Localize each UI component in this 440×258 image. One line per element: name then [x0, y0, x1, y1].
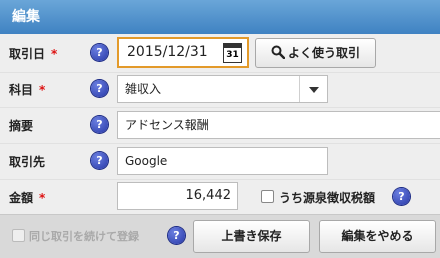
date-label: 取引日 *: [9, 45, 57, 62]
save-button[interactable]: 上書き保存: [193, 220, 310, 253]
withholding-checkbox[interactable]: [261, 190, 274, 203]
frequent-transaction-label: よく使う取引: [287, 46, 360, 60]
account-label-text: 科目: [9, 83, 34, 97]
continue-checkbox[interactable]: [12, 229, 25, 242]
date-label-text: 取引日: [9, 47, 46, 61]
help-icon[interactable]: ?: [168, 227, 185, 244]
withholding-label: うち源泉徴収税額: [279, 191, 376, 205]
account-select[interactable]: 雑収入: [117, 75, 328, 103]
search-icon: [271, 45, 286, 60]
help-icon[interactable]: ?: [91, 80, 108, 97]
amount-required-mark: *: [39, 191, 46, 205]
description-input[interactable]: アドセンス報酬: [117, 111, 440, 139]
calendar-icon[interactable]: 31: [223, 43, 242, 63]
help-icon[interactable]: ?: [91, 44, 108, 61]
description-label: 摘要: [9, 119, 34, 133]
help-icon[interactable]: ?: [393, 188, 410, 205]
amount-label: 金額 *: [9, 189, 45, 206]
help-icon[interactable]: ?: [91, 152, 108, 169]
partner-label: 取引先: [9, 155, 46, 169]
help-icon[interactable]: ?: [91, 116, 108, 133]
amount-input[interactable]: 16,442: [117, 182, 238, 210]
account-required-mark: *: [39, 83, 46, 97]
dropdown-arrow-icon[interactable]: [299, 76, 327, 102]
partner-input[interactable]: Google: [117, 147, 328, 175]
date-required-mark: *: [51, 47, 58, 61]
cancel-edit-button[interactable]: 編集をやめる: [319, 220, 436, 253]
date-input[interactable]: 2015/12/31 31: [117, 37, 249, 68]
dialog-title: 編集: [0, 0, 440, 34]
frequent-transaction-button[interactable]: よく使う取引: [255, 38, 376, 68]
account-label: 科目 *: [9, 81, 45, 98]
amount-label-text: 金額: [9, 191, 34, 205]
account-selected-value: 雑収入: [125, 82, 162, 96]
continue-label: 同じ取引を続けて登録: [29, 230, 139, 243]
date-value: 2015/12/31: [127, 44, 208, 60]
